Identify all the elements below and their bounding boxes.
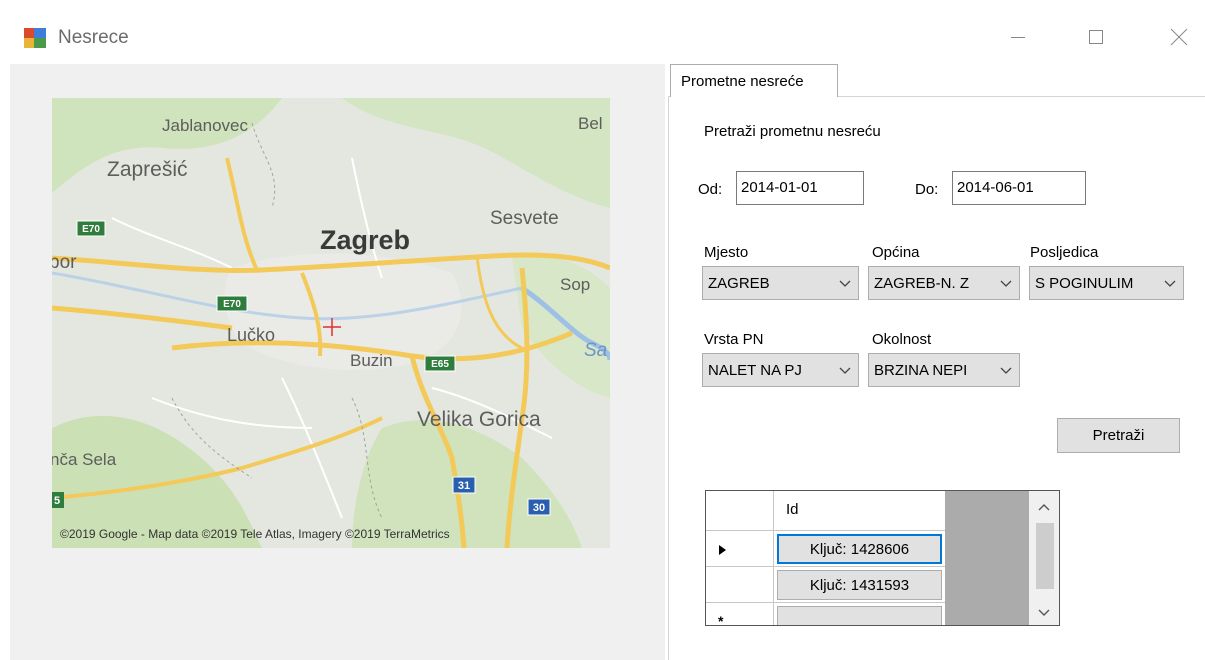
- minimize-icon: [1011, 37, 1025, 38]
- mjesto-label: Mjesto: [704, 244, 749, 261]
- grid-corner-header: [706, 491, 774, 531]
- current-row-arrow-icon: [719, 545, 726, 555]
- pretrazi-button[interactable]: Pretraži: [1057, 418, 1180, 453]
- okolnost-select[interactable]: BRZINA NEPI: [868, 353, 1020, 387]
- map-label-jablanovec: Jablanovec: [162, 116, 249, 135]
- map-label-buzin: Buzin: [350, 351, 393, 370]
- map-view[interactable]: E70 E70 E65 31 30 5 Jablanovec Bel Zapre…: [52, 98, 610, 548]
- app-icon: [24, 28, 46, 48]
- map-label-lucko: Lučko: [227, 325, 275, 345]
- grid-cell-button[interactable]: Ključ: 1428606: [777, 534, 942, 564]
- title-bar: Nesrece: [0, 0, 1205, 64]
- svg-text:5: 5: [54, 495, 60, 507]
- road-shield-e70-mid: E70: [216, 295, 248, 312]
- mjesto-select-value: ZAGREB: [708, 275, 770, 292]
- scroll-down-icon[interactable]: [1029, 603, 1060, 623]
- do-date-field[interactable]: 2014-06-01: [952, 171, 1086, 205]
- window-left-frame: [0, 64, 10, 660]
- grid-empty-area: [945, 491, 1029, 625]
- map-label-nca-sela: nča Sela: [52, 450, 117, 469]
- grid-row-header-new[interactable]: *: [706, 603, 774, 626]
- grid-row-header[interactable]: [706, 567, 774, 603]
- maximize-button[interactable]: [1073, 18, 1119, 56]
- scrollbar-thumb[interactable]: [1036, 523, 1054, 589]
- map-label-sop: Sop: [560, 275, 590, 294]
- maximize-icon: [1089, 30, 1103, 44]
- tab-prometne-nesrece[interactable]: Prometne nesreće: [670, 64, 838, 97]
- tab-label: Prometne nesreće: [681, 73, 804, 90]
- road-shield-e70-left: E70: [76, 220, 106, 237]
- grid-row-header[interactable]: [706, 531, 774, 567]
- map-canvas: E70 E70 E65 31 30 5 Jablanovec Bel Zapre…: [52, 98, 610, 548]
- table-row[interactable]: Ključ: 1431593: [774, 567, 945, 603]
- vrsta-pn-label: Vrsta PN: [704, 331, 764, 348]
- svg-text:30: 30: [533, 502, 545, 514]
- map-label-zagreb: Zagreb: [320, 225, 410, 255]
- grid-cell-button-new[interactable]: [777, 606, 942, 625]
- chevron-down-icon: [836, 274, 854, 292]
- opcina-select-value: ZAGREB-N. Z: [874, 275, 970, 292]
- okolnost-label: Okolnost: [872, 331, 932, 348]
- grid-cell-button[interactable]: Ključ: 1431593: [777, 570, 942, 600]
- map-attribution: ©2019 Google - Map data ©2019 Tele Atlas…: [60, 527, 450, 541]
- map-label-sesvete: Sesvete: [490, 208, 559, 229]
- close-icon: [1170, 28, 1188, 46]
- svg-text:E70: E70: [82, 224, 100, 235]
- chevron-down-icon: [997, 361, 1015, 379]
- section-title: Pretraži prometnu nesreću: [704, 123, 881, 140]
- road-shield-e65: E65: [424, 355, 456, 372]
- map-label-sa: Sa: [584, 340, 607, 361]
- opcina-label: Općina: [872, 244, 920, 261]
- road-shield-5: 5: [52, 492, 64, 508]
- road-shield-31: 31: [452, 476, 476, 494]
- posljedica-select[interactable]: S POGINULIM: [1029, 266, 1184, 300]
- chevron-down-icon: [836, 361, 854, 379]
- window-title: Nesrece: [58, 27, 129, 48]
- map-label-bor: bor: [52, 252, 77, 273]
- vrsta-pn-select-value: NALET NA PJ: [708, 362, 802, 379]
- table-row[interactable]: Ključ: 1428606: [774, 531, 945, 567]
- od-label: Od:: [698, 181, 723, 198]
- scroll-up-icon[interactable]: [1029, 497, 1060, 517]
- chevron-down-icon: [1161, 274, 1179, 292]
- road-shield-30: 30: [527, 498, 551, 516]
- od-date-field[interactable]: 2014-01-01: [736, 171, 864, 205]
- grid-column-header-id[interactable]: Id: [774, 491, 945, 531]
- posljedica-label: Posljedica: [1030, 244, 1099, 261]
- minimize-button[interactable]: [995, 18, 1041, 56]
- do-label: Do:: [915, 181, 939, 198]
- map-label-zapresic: Zaprešić: [107, 158, 188, 181]
- okolnost-select-value: BRZINA NEPI: [874, 362, 968, 379]
- svg-text:E65: E65: [431, 359, 449, 370]
- new-row-asterisk-icon: *: [718, 613, 724, 626]
- map-label-bel: Bel: [578, 114, 603, 133]
- results-grid[interactable]: Id Ključ: 1428606 Ključ: 1431593 *: [705, 490, 1060, 626]
- mjesto-select[interactable]: ZAGREB: [702, 266, 859, 300]
- table-row-new[interactable]: [774, 603, 945, 625]
- grid-vertical-scrollbar[interactable]: [1029, 491, 1060, 625]
- map-label-velika-gorica: Velika Gorica: [417, 408, 541, 431]
- svg-text:*: *: [718, 613, 724, 626]
- opcina-select[interactable]: ZAGREB-N. Z: [868, 266, 1020, 300]
- chevron-down-icon: [997, 274, 1015, 292]
- vrsta-pn-select[interactable]: NALET NA PJ: [702, 353, 859, 387]
- svg-text:31: 31: [458, 480, 470, 492]
- posljedica-select-value: S POGINULIM: [1035, 275, 1134, 292]
- close-button[interactable]: [1156, 18, 1202, 56]
- svg-text:E70: E70: [223, 299, 241, 310]
